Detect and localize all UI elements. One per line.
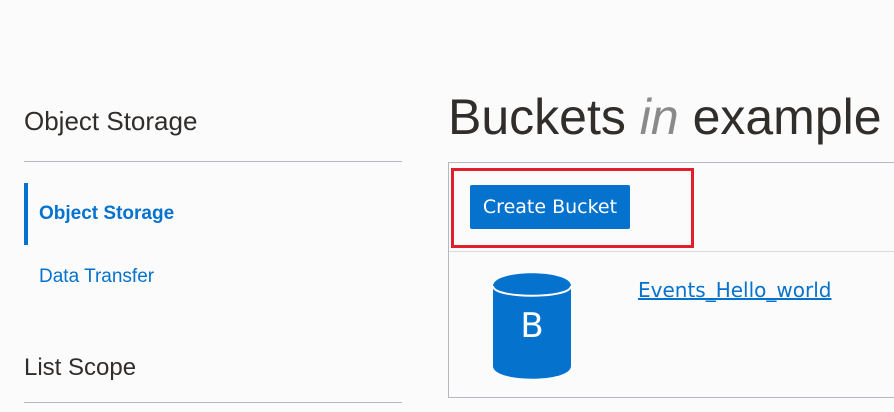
- page: Object Storage Object Storage Data Trans…: [0, 0, 894, 412]
- sidebar-divider: [24, 161, 402, 162]
- create-bucket-button[interactable]: Create Bucket: [470, 185, 630, 229]
- page-title-prefix: Buckets: [448, 89, 640, 145]
- sidebar-item-label: Data Transfer: [39, 266, 155, 287]
- list-scope-heading: List Scope: [24, 354, 137, 381]
- page-title-suffix: example: [678, 89, 882, 145]
- sidebar-item-label: Object Storage: [39, 203, 175, 224]
- sidebar-item-data-transfer[interactable]: Data Transfer: [24, 246, 402, 308]
- sidebar-title: Object Storage: [24, 106, 198, 136]
- sidebar-divider: [24, 402, 402, 403]
- bucket-icon-letter: B: [520, 306, 544, 346]
- page-title: Buckets in example: [448, 84, 882, 150]
- toolbar-divider: [449, 251, 894, 252]
- bucket-icon: B: [492, 272, 572, 380]
- sidebar: Object Storage Object Storage Data Trans…: [24, 0, 402, 412]
- bucket-name-link[interactable]: Events_Hello_world: [638, 278, 831, 302]
- page-title-in: in: [639, 89, 679, 145]
- sidebar-item-object-storage[interactable]: Object Storage: [24, 183, 402, 245]
